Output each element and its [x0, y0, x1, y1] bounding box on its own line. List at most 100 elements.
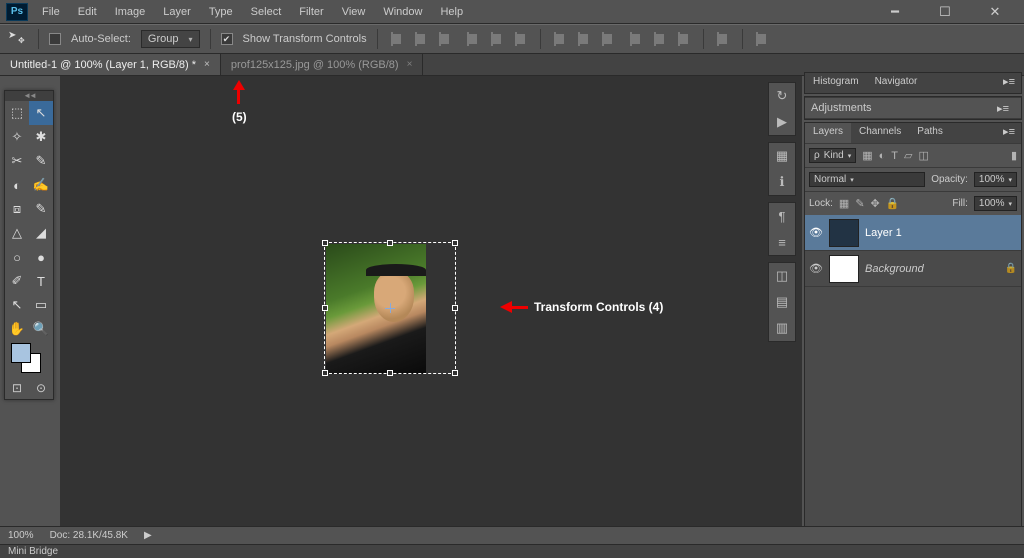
transform-handle-ml[interactable]: [322, 305, 328, 311]
brush-tool[interactable]: ✍: [29, 173, 53, 197]
lasso-tool[interactable]: ✧: [5, 125, 29, 149]
character-panel-icon[interactable]: ¶: [769, 203, 795, 229]
align-top-icon[interactable]: [388, 30, 406, 48]
show-transform-checkbox[interactable]: [221, 33, 233, 45]
distribute-vcenter-icon[interactable]: [575, 30, 593, 48]
transform-handle-bl[interactable]: [322, 370, 328, 376]
marquee-tool[interactable]: ⬚: [5, 101, 29, 125]
status-arrow-icon[interactable]: ▶: [144, 530, 152, 541]
transform-handle-tc[interactable]: [387, 240, 393, 246]
lock-all-icon[interactable]: 🔒: [886, 197, 900, 210]
menu-layer[interactable]: Layer: [155, 3, 199, 21]
panel-flyout-icon[interactable]: ▸≡: [997, 123, 1021, 143]
auto-select-dropdown[interactable]: Group: [141, 30, 200, 48]
pen-tool[interactable]: ✐: [5, 269, 29, 293]
crop-tool[interactable]: ✂: [5, 149, 29, 173]
layer-thumbnail[interactable]: [829, 219, 859, 247]
distribute-top-icon[interactable]: [551, 30, 569, 48]
actions-panel-icon[interactable]: ▶: [769, 109, 795, 135]
visibility-icon[interactable]: 👁: [809, 262, 823, 275]
magic-wand-tool[interactable]: ✱: [29, 125, 53, 149]
history-brush-tool[interactable]: ✎: [29, 197, 53, 221]
align-bottom-icon[interactable]: [436, 30, 454, 48]
move-tool[interactable]: ↖: [29, 101, 53, 125]
gradient-tool[interactable]: ◢: [29, 221, 53, 245]
align-vcenter-icon[interactable]: [412, 30, 430, 48]
3d-mode-icon[interactable]: [753, 30, 771, 48]
menu-image[interactable]: Image: [107, 3, 154, 21]
shape-tool[interactable]: ▭: [29, 293, 53, 317]
menu-window[interactable]: Window: [375, 3, 430, 21]
layer-filter-kind[interactable]: ρKind: [809, 148, 856, 163]
paragraph-panel-icon[interactable]: ≡: [769, 229, 795, 255]
navigator-tab[interactable]: Navigator: [867, 73, 926, 93]
filter-adjust-icon[interactable]: ◐: [879, 150, 886, 162]
panel-flyout-icon[interactable]: ▸≡: [997, 73, 1021, 93]
doc-size[interactable]: Doc: 28.1K/45.8K: [50, 530, 128, 541]
zoom-tool[interactable]: 🔍: [29, 317, 53, 341]
mini-bridge-tab[interactable]: Mini Bridge: [0, 544, 1024, 558]
properties-panel-icon[interactable]: ▦: [769, 143, 795, 169]
quickmask-icon[interactable]: ⊡: [12, 381, 22, 395]
layers-tab[interactable]: Layers: [805, 123, 851, 143]
layer-row[interactable]: 👁 Background 🔒: [805, 251, 1021, 287]
channels-tab[interactable]: Channels: [851, 123, 909, 143]
distribute-bottom-icon[interactable]: [599, 30, 617, 48]
layer-name[interactable]: Layer 1: [865, 227, 902, 239]
filter-shape-icon[interactable]: ▱: [904, 149, 912, 162]
eyedropper-tool[interactable]: ✎: [29, 149, 53, 173]
filter-smart-icon[interactable]: ◫: [919, 149, 929, 162]
brushes-panel-icon[interactable]: ▥: [769, 315, 795, 341]
lock-pixels-icon[interactable]: ▦: [839, 197, 849, 210]
layer-row[interactable]: 👁 Layer 1: [805, 215, 1021, 251]
hand-tool[interactable]: ✋: [5, 317, 29, 341]
foreground-color-swatch[interactable]: [11, 343, 31, 363]
menu-edit[interactable]: Edit: [70, 3, 105, 21]
align-hcenter-icon[interactable]: [488, 30, 506, 48]
swatches-panel-icon[interactable]: ◫: [769, 263, 795, 289]
transform-handle-mr[interactable]: [452, 305, 458, 311]
paths-tab[interactable]: Paths: [909, 123, 951, 143]
transform-center-icon[interactable]: [385, 303, 395, 313]
align-left-icon[interactable]: [464, 30, 482, 48]
menu-type[interactable]: Type: [201, 3, 241, 21]
styles-panel-icon[interactable]: ▤: [769, 289, 795, 315]
visibility-icon[interactable]: 👁: [809, 226, 823, 239]
zoom-level[interactable]: 100%: [8, 530, 34, 541]
move-tool-icon[interactable]: [8, 31, 28, 47]
transform-handle-br[interactable]: [452, 370, 458, 376]
lock-position-icon[interactable]: ✎: [855, 197, 864, 210]
type-tool[interactable]: T: [29, 269, 53, 293]
blend-mode-dropdown[interactable]: Normal: [809, 172, 925, 187]
color-swatches[interactable]: [5, 341, 53, 377]
placed-image[interactable]: [326, 244, 456, 374]
document-tab-2[interactable]: prof125x125.jpg @ 100% (RGB/8) ×: [221, 54, 424, 75]
history-panel-icon[interactable]: ↻: [769, 83, 795, 109]
filter-pixel-icon[interactable]: ▦: [862, 149, 872, 162]
filter-type-icon[interactable]: T: [891, 150, 898, 162]
distribute-hcenter-icon[interactable]: [651, 30, 669, 48]
stamp-tool[interactable]: ⧈: [5, 197, 29, 221]
menu-filter[interactable]: Filter: [291, 3, 331, 21]
screenmode-icon[interactable]: ⊙: [36, 381, 46, 395]
menu-help[interactable]: Help: [432, 3, 471, 21]
align-right-icon[interactable]: [512, 30, 530, 48]
minimize-button[interactable]: ━: [880, 4, 910, 20]
close-tab-icon[interactable]: ×: [407, 59, 413, 70]
histogram-tab[interactable]: Histogram: [805, 73, 867, 93]
dodge-tool[interactable]: ●: [29, 245, 53, 269]
maximize-button[interactable]: ☐: [930, 4, 960, 20]
lock-move-icon[interactable]: ✥: [871, 197, 880, 210]
transform-bounding-box[interactable]: [324, 242, 456, 374]
transform-handle-tr[interactable]: [452, 240, 458, 246]
menu-select[interactable]: Select: [243, 3, 290, 21]
menu-file[interactable]: File: [34, 3, 68, 21]
blur-tool[interactable]: ○: [5, 245, 29, 269]
transform-handle-bc[interactable]: [387, 370, 393, 376]
auto-align-icon[interactable]: [714, 30, 732, 48]
healing-tool[interactable]: ◐: [5, 173, 29, 197]
close-tab-icon[interactable]: ×: [204, 59, 210, 70]
layer-name[interactable]: Background: [865, 263, 924, 275]
auto-select-checkbox[interactable]: [49, 33, 61, 45]
filter-toggle-icon[interactable]: ▮: [1011, 149, 1017, 162]
